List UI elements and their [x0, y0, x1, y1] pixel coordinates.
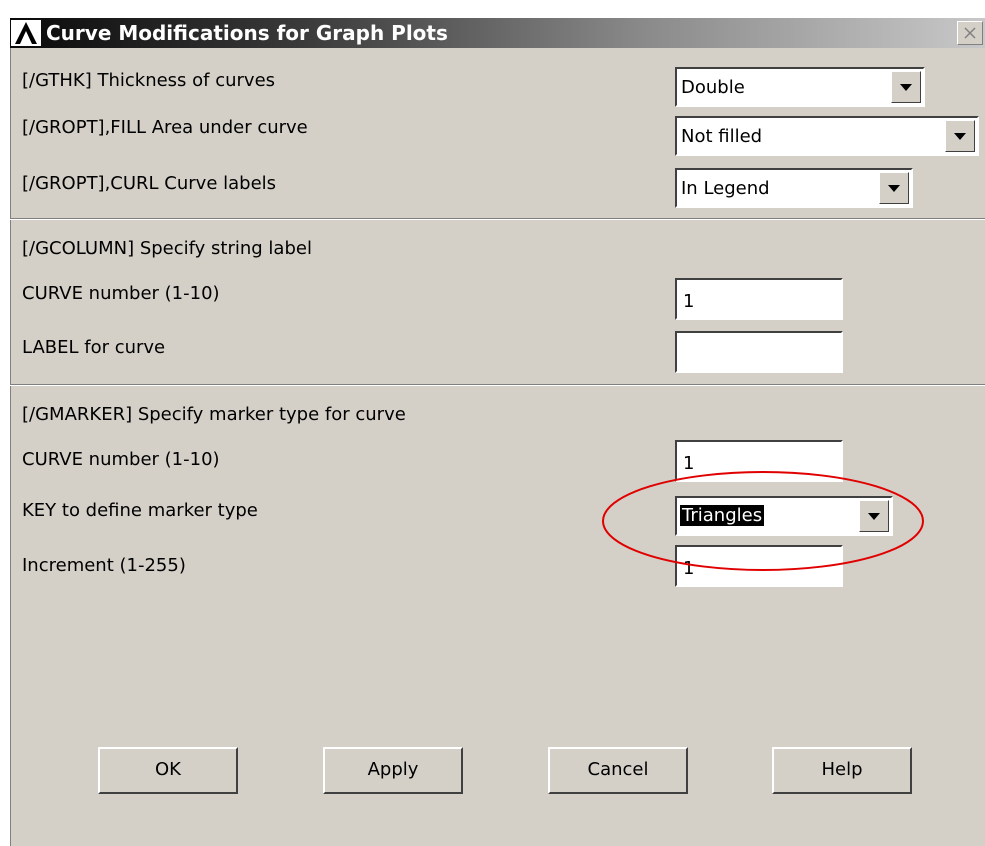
- chevron-down-icon[interactable]: [891, 71, 921, 103]
- gcolumn-label-input[interactable]: [675, 331, 843, 373]
- gmarker-heading: [/GMARKER] Specify marker type for curve: [22, 404, 406, 425]
- curl-value: In Legend: [681, 178, 770, 199]
- ok-button[interactable]: OK: [98, 747, 238, 794]
- gcolumn-label-label: LABEL for curve: [22, 337, 166, 358]
- apply-button[interactable]: Apply: [323, 747, 463, 794]
- gmarker-key-label: KEY to define marker type: [22, 500, 258, 521]
- dialog-title: Curve Modifications for Graph Plots: [46, 21, 448, 45]
- title-bar[interactable]: Curve Modifications for Graph Plots: [10, 18, 985, 48]
- cancel-button[interactable]: Cancel: [548, 747, 688, 794]
- section-divider: [10, 384, 985, 386]
- gthk-value: Double: [681, 77, 745, 98]
- chevron-down-icon[interactable]: [879, 172, 909, 204]
- fill-value: Not filled: [681, 126, 763, 147]
- gthk-label: [/GTHK] Thickness of curves: [22, 70, 276, 91]
- help-button[interactable]: Help: [772, 747, 912, 794]
- gcolumn-curve-input[interactable]: 1: [675, 278, 843, 320]
- gmarker-inc-label: Increment (1-255): [22, 555, 186, 576]
- chevron-down-icon[interactable]: [945, 120, 975, 152]
- close-icon[interactable]: [957, 21, 983, 45]
- gmarker-curve-label: CURVE number (1-10): [22, 449, 220, 470]
- gcolumn-heading: [/GCOLUMN] Specify string label: [22, 238, 312, 259]
- gcolumn-curve-value: 1: [683, 291, 695, 312]
- annotation-ellipse: [602, 471, 924, 571]
- fill-select[interactable]: Not filled: [675, 116, 979, 156]
- curl-select[interactable]: In Legend: [675, 168, 913, 208]
- ansys-logo-icon: [11, 20, 41, 46]
- curl-label: [/GROPT],CURL Curve labels: [22, 173, 277, 194]
- section-divider: [10, 218, 985, 220]
- gcolumn-curve-label: CURVE number (1-10): [22, 283, 220, 304]
- fill-label: [/GROPT],FILL Area under curve: [22, 117, 308, 138]
- gthk-select[interactable]: Double: [675, 67, 925, 107]
